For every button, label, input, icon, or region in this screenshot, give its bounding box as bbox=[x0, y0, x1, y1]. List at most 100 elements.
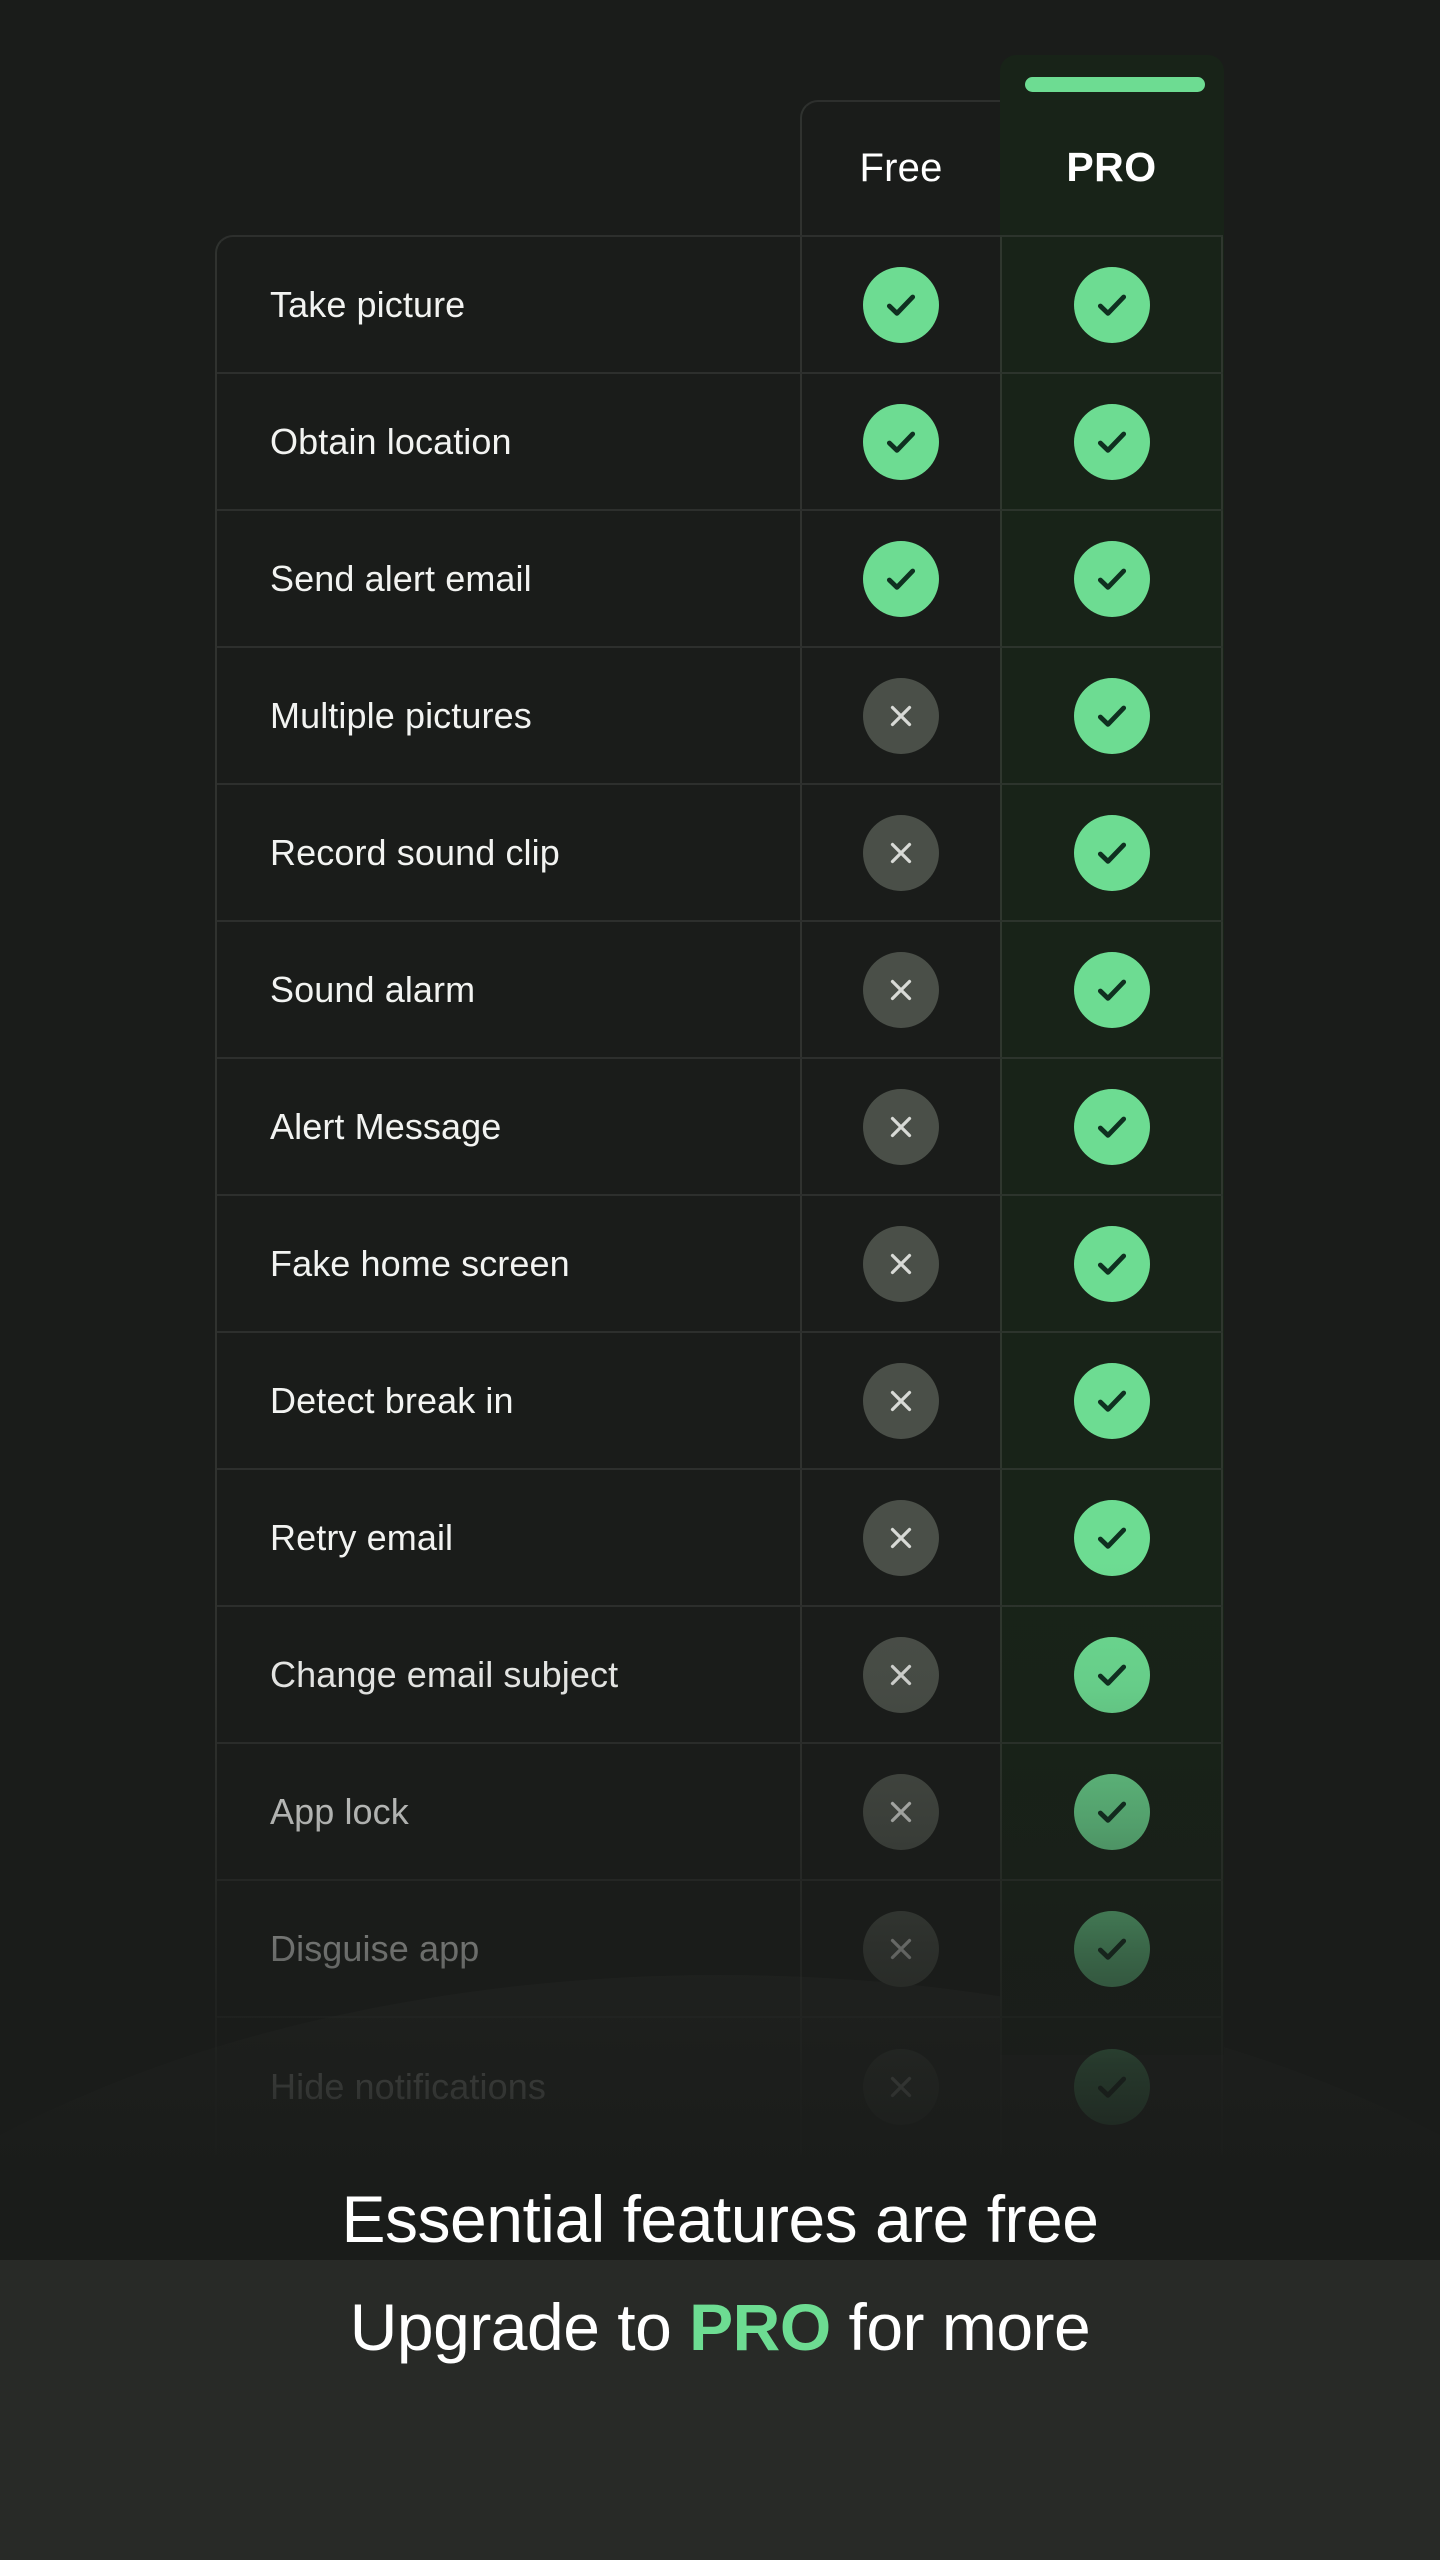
pro-accent-bar bbox=[1025, 77, 1205, 92]
header-cell-feature bbox=[215, 100, 800, 235]
pro-availability-cell bbox=[1000, 648, 1223, 783]
check-icon bbox=[1073, 1910, 1150, 1987]
cross-icon bbox=[863, 814, 939, 891]
check-icon bbox=[1073, 1088, 1150, 1165]
cross-icon bbox=[863, 1773, 939, 1850]
check-icon bbox=[863, 540, 939, 617]
feature-name-cell: Alert Message bbox=[217, 1059, 800, 1194]
cross-icon bbox=[863, 1636, 939, 1713]
feature-name-cell: Obtain location bbox=[217, 374, 800, 509]
feature-name-cell: Send alert email bbox=[217, 511, 800, 646]
feature-name-cell: Hide notifications bbox=[217, 2018, 800, 2155]
feature-name-cell: Take picture bbox=[217, 237, 800, 372]
pro-availability-cell bbox=[1000, 1881, 1223, 2016]
cross-icon bbox=[863, 1088, 939, 1165]
pro-availability-cell bbox=[1000, 1333, 1223, 1468]
table-row: Change email subject bbox=[217, 1607, 1223, 1744]
pro-availability-cell bbox=[1000, 1059, 1223, 1194]
pro-availability-cell bbox=[1000, 1607, 1223, 1742]
table-row: Alert Message bbox=[217, 1059, 1223, 1196]
check-icon bbox=[1073, 540, 1150, 617]
check-icon bbox=[863, 266, 939, 343]
feature-name-cell: Disguise app bbox=[217, 1881, 800, 2016]
feature-label: Disguise app bbox=[270, 1927, 480, 1969]
tagline-suffix: for more bbox=[830, 2290, 1091, 2364]
check-icon bbox=[1073, 1225, 1150, 1302]
feature-comparison-table: Free PRO Take picture Obtain location Send… bbox=[215, 100, 1223, 2155]
feature-label: App lock bbox=[270, 1790, 409, 1832]
table-row: Take picture bbox=[217, 237, 1223, 374]
free-availability-cell bbox=[800, 1881, 1000, 2016]
pro-availability-cell bbox=[1000, 1196, 1223, 1331]
table-row: Obtain location bbox=[217, 374, 1223, 511]
feature-label: Sound alarm bbox=[270, 968, 476, 1010]
header-label-free: Free bbox=[859, 146, 943, 190]
feature-label: Send alert email bbox=[270, 557, 532, 599]
free-availability-cell bbox=[800, 237, 1000, 372]
feature-name-cell: Retry email bbox=[217, 1470, 800, 1605]
free-availability-cell bbox=[800, 511, 1000, 646]
feature-name-cell: Sound alarm bbox=[217, 922, 800, 1057]
tagline-line-2: Upgrade to PRO for more bbox=[0, 2273, 1440, 2381]
header-label-pro: PRO bbox=[1066, 144, 1157, 190]
feature-name-cell: Record sound clip bbox=[217, 785, 800, 920]
feature-label: Alert Message bbox=[270, 1105, 502, 1147]
cross-icon bbox=[863, 1499, 939, 1576]
check-icon bbox=[1073, 951, 1150, 1028]
header-cell-pro: PRO bbox=[1000, 100, 1223, 235]
table-row: Detect break in bbox=[217, 1333, 1223, 1470]
feature-name-cell: Change email subject bbox=[217, 1607, 800, 1742]
free-availability-cell bbox=[800, 785, 1000, 920]
table-row: Sound alarm bbox=[217, 922, 1223, 1059]
pro-availability-cell bbox=[1000, 785, 1223, 920]
table-row: Disguise app bbox=[217, 1881, 1223, 2018]
check-icon bbox=[1073, 1773, 1150, 1850]
free-availability-cell bbox=[800, 2018, 1000, 2155]
feature-label: Multiple pictures bbox=[270, 694, 532, 736]
check-icon bbox=[1073, 403, 1150, 480]
cross-icon bbox=[863, 1225, 939, 1302]
pricing-comparison-screen: Free PRO Take picture Obtain location Send… bbox=[0, 0, 1440, 2560]
pro-availability-cell bbox=[1000, 2018, 1223, 2155]
feature-label: Record sound clip bbox=[270, 831, 560, 873]
table-body: Take picture Obtain location Send alert em… bbox=[215, 235, 1223, 2155]
pro-availability-cell bbox=[1000, 922, 1223, 1057]
table-row: Record sound clip bbox=[217, 785, 1223, 922]
feature-label: Detect break in bbox=[270, 1379, 514, 1421]
cross-icon bbox=[863, 951, 939, 1028]
cross-icon bbox=[863, 2048, 939, 2125]
table-header-row: Free PRO bbox=[215, 100, 1223, 235]
cross-icon bbox=[863, 677, 939, 754]
pro-availability-cell bbox=[1000, 1470, 1223, 1605]
free-availability-cell bbox=[800, 1059, 1000, 1194]
pro-availability-cell bbox=[1000, 1744, 1223, 1879]
table-row: Retry email bbox=[217, 1470, 1223, 1607]
feature-name-cell: App lock bbox=[217, 1744, 800, 1879]
free-availability-cell bbox=[800, 1607, 1000, 1742]
pro-availability-cell bbox=[1000, 511, 1223, 646]
check-icon bbox=[863, 403, 939, 480]
free-availability-cell bbox=[800, 374, 1000, 509]
feature-label: Obtain location bbox=[270, 420, 512, 462]
tagline-pro-highlight: PRO bbox=[689, 2290, 831, 2364]
header-cell-free: Free bbox=[800, 100, 1000, 235]
table-row: Multiple pictures bbox=[217, 648, 1223, 785]
feature-label: Retry email bbox=[270, 1516, 454, 1558]
check-icon bbox=[1073, 266, 1150, 343]
feature-name-cell: Fake home screen bbox=[217, 1196, 800, 1331]
check-icon bbox=[1073, 677, 1150, 754]
table-row: App lock bbox=[217, 1744, 1223, 1881]
check-icon bbox=[1073, 814, 1150, 891]
check-icon bbox=[1073, 1499, 1150, 1576]
free-availability-cell bbox=[800, 1333, 1000, 1468]
feature-label: Take picture bbox=[270, 283, 466, 325]
tagline-line-1: Essential features are free bbox=[341, 2182, 1099, 2256]
cross-icon bbox=[863, 1910, 939, 1987]
table-row: Fake home screen bbox=[217, 1196, 1223, 1333]
check-icon bbox=[1073, 2048, 1150, 2125]
free-availability-cell bbox=[800, 648, 1000, 783]
cross-icon bbox=[863, 1362, 939, 1439]
check-icon bbox=[1073, 1362, 1150, 1439]
feature-name-cell: Multiple pictures bbox=[217, 648, 800, 783]
free-availability-cell bbox=[800, 1470, 1000, 1605]
